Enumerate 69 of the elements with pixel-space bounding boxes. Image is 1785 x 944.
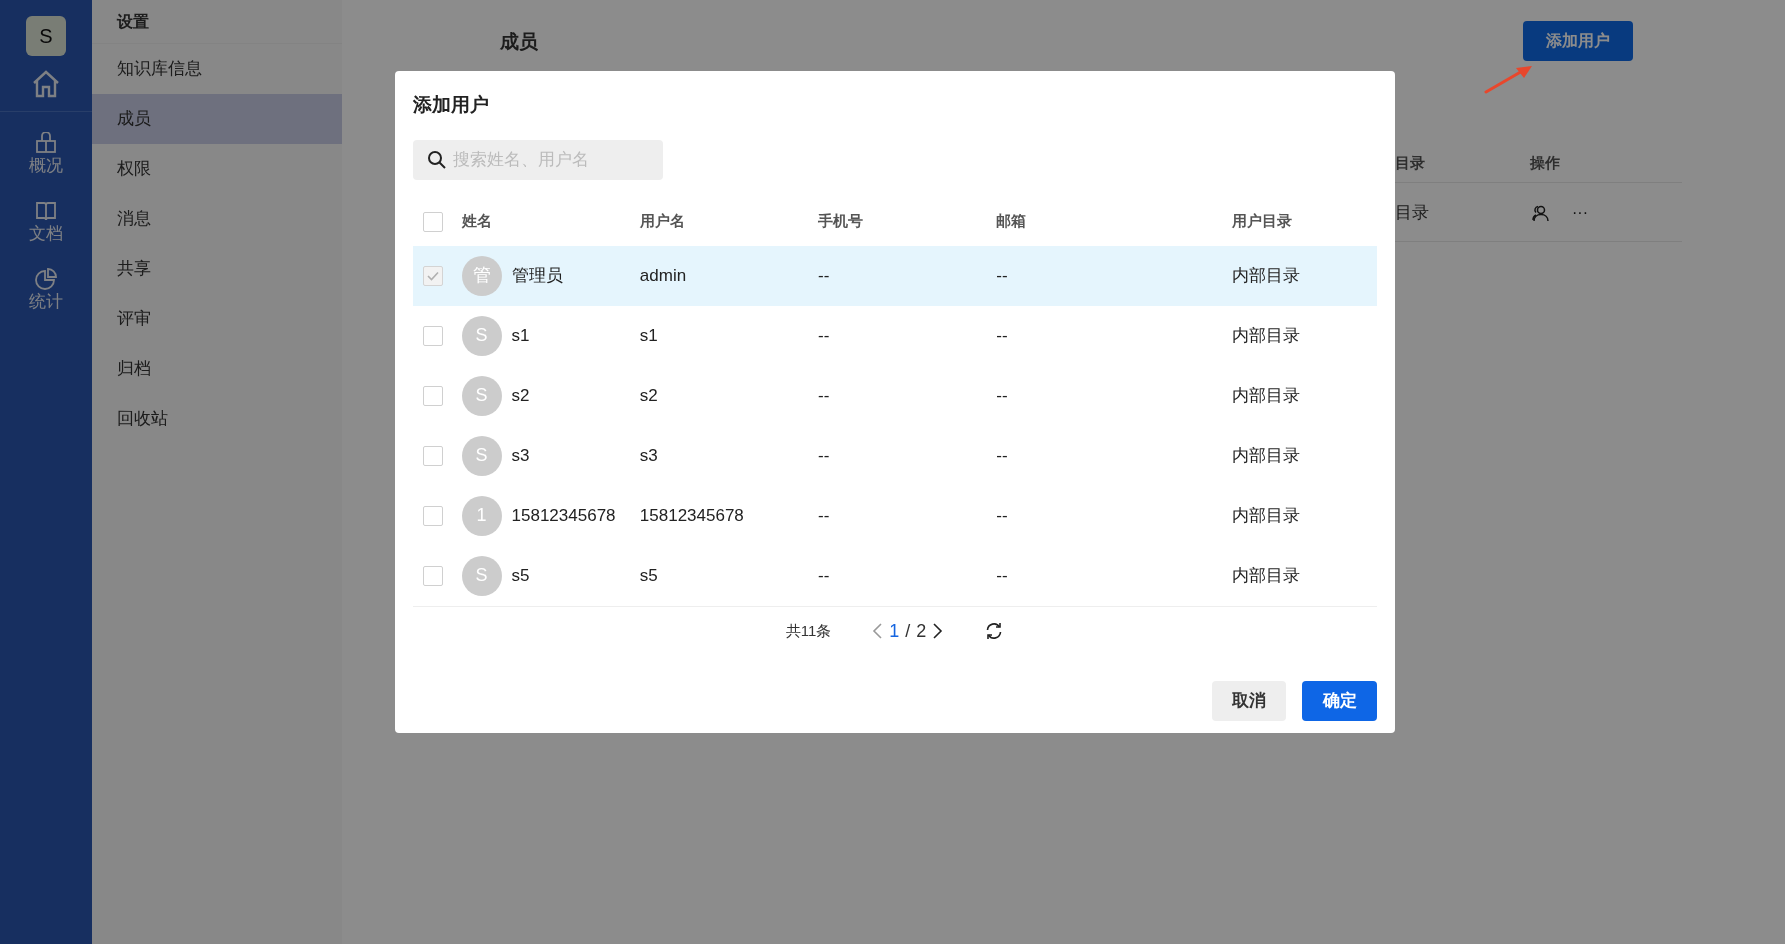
package-icon [35,132,57,154]
more-button[interactable]: ··· [1572,200,1588,225]
table-cell: 内部目录 [1232,385,1301,405]
table-cell: 内部目录 [1232,565,1301,585]
table-cell-text: s1 [511,324,530,347]
table-cell: -- [818,265,830,285]
previous-page-icon[interactable] [871,622,884,640]
column-header: 用户目录 [1232,211,1294,232]
checkbox[interactable] [423,385,443,406]
settings-menu-item[interactable]: 成员 [92,94,342,144]
page-title: 成员 [500,30,538,54]
nav-item[interactable]: 概况 [0,132,92,190]
table-cell: -- [996,385,1008,405]
table-cell-text: 15812345678 [511,504,616,527]
table-cell: 内部目录 [1232,325,1301,345]
table-cell: -- [996,265,1008,285]
table-cell: s5 [639,565,658,585]
checkbox[interactable] [423,211,443,232]
checkbox[interactable] [423,565,443,586]
table-cell: s2 [639,385,658,405]
table-cell: 15812345678 [639,505,744,525]
home-icon[interactable] [31,69,61,99]
checkbox[interactable] [423,505,443,526]
total-pages: 2 [916,619,927,643]
confirm-button[interactable]: 确定 [1302,681,1377,721]
table-cell-text: s5 [511,564,530,587]
add-user-button[interactable]: 添加用户 [1523,21,1633,61]
checkbox[interactable] [423,325,443,346]
table-cell: -- [818,505,830,525]
book-icon [35,200,57,222]
table-cell-text: s3 [511,444,530,467]
table-cell: -- [818,445,830,465]
table-cell: -- [996,505,1008,525]
table-cell: -- [818,385,830,405]
table-cell: -- [818,565,830,585]
settings-title: 设置 [117,11,149,32]
nav-item[interactable]: 文档 [0,200,92,258]
nav-item[interactable]: 统计 [0,268,92,326]
dialog-title: 添加用户 [413,93,490,117]
page-separator: / [905,619,911,643]
next-page-icon[interactable] [932,622,945,640]
table-cell: 内部目录 [1232,265,1301,285]
search-icon [427,149,447,170]
table-cell-text: 目录 [1395,201,1430,224]
current-page: 1 [889,619,900,643]
table-cell: -- [996,325,1008,345]
column-header: 邮箱 [996,211,1028,232]
table-cell: 内部目录 [1232,445,1301,465]
table-cell: -- [818,325,830,345]
column-header: 手机号 [818,211,865,232]
column-header: 操作 [1530,153,1560,174]
table-cell: -- [996,565,1008,585]
column-header: 姓名 [461,211,493,232]
total-count: 共11条 [785,620,832,641]
column-header: 用户名 [639,211,686,232]
cancel-button[interactable]: 取消 [1212,681,1286,721]
checkbox[interactable] [423,445,443,466]
table-cell-text: 管理员 [511,264,563,287]
table-cell: 内部目录 [1232,505,1301,525]
table-cell: s1 [639,325,658,345]
table-cell-text: s2 [511,384,530,407]
column-header: 目录 [1395,153,1426,174]
table-cell: s3 [639,445,658,465]
table-cell: admin [639,265,687,285]
pie-chart-icon [35,268,57,290]
checkbox[interactable] [423,265,443,286]
table-cell: -- [996,445,1008,465]
workspace-avatar[interactable]: S [26,16,66,56]
annotation-arrow [1484,64,1534,94]
